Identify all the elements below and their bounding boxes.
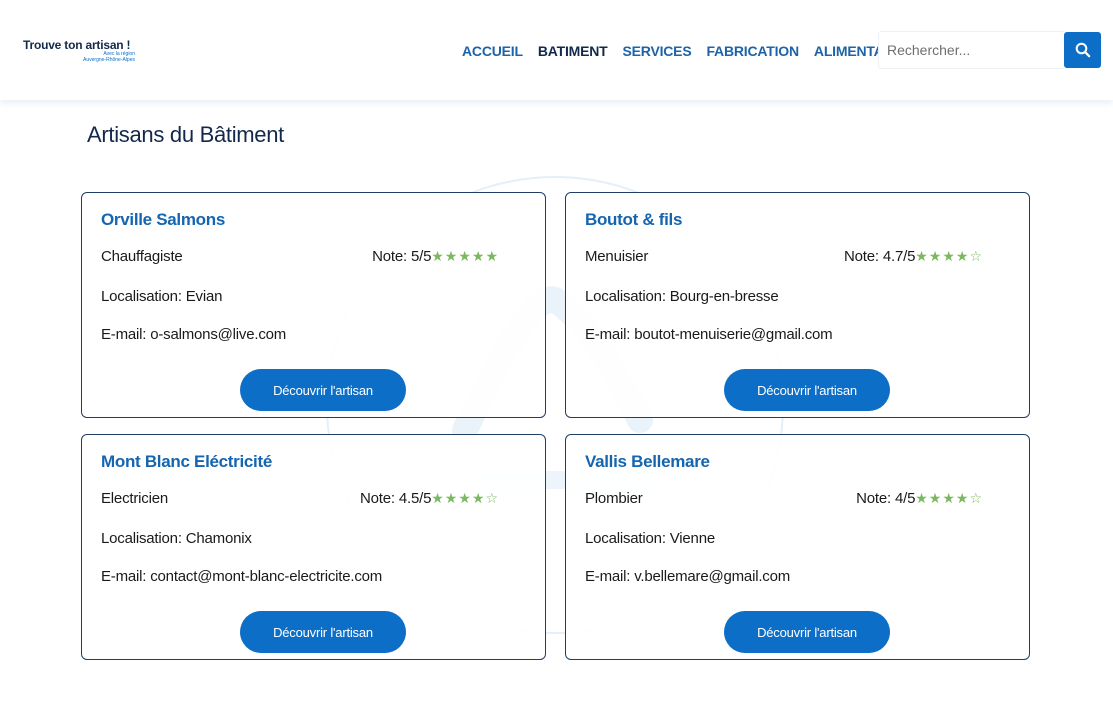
artisan-trade: Plombier	[585, 490, 643, 507]
artisan-email: E-mail: o-salmons@live.com	[101, 326, 287, 343]
artisan-trade: Chauffagiste	[101, 248, 183, 265]
artisan-card: Vallis Bellemare Plombier Note: 4/5★★★★☆…	[565, 434, 1030, 660]
artisan-location: Localisation: Chamonix	[101, 530, 252, 547]
rating-label: Note:	[372, 248, 407, 265]
artisan-location: Localisation: Bourg-en-bresse	[585, 288, 779, 305]
artisan-trade: Electricien	[101, 490, 168, 507]
artisan-rating: Note: 4.5/5★★★★☆	[360, 490, 499, 507]
discover-artisan-button[interactable]: Découvrir l'artisan	[724, 369, 890, 411]
nav-batiment[interactable]: BATIMENT	[538, 42, 608, 60]
artisan-card: Mont Blanc Eléctricité Electricien Note:…	[81, 434, 546, 660]
artisan-email: E-mail: v.bellemare@gmail.com	[585, 568, 791, 585]
discover-artisan-button[interactable]: Découvrir l'artisan	[240, 369, 406, 411]
rating-value: 4/5	[894, 490, 916, 507]
artisan-name[interactable]: Vallis Bellemare	[585, 452, 710, 472]
logo-subtitle: Avec la région Auvergne-Rhône-Alpes	[83, 51, 135, 63]
rating-stars-icon: ★★★★☆	[915, 248, 983, 264]
rating-label: Note:	[856, 490, 891, 507]
rating-stars-icon: ★★★★★	[431, 248, 499, 264]
logo-title: Trouve ton artisan !	[23, 38, 131, 52]
search-input[interactable]	[878, 31, 1064, 69]
discover-artisan-button[interactable]: Découvrir l'artisan	[240, 611, 406, 653]
artisan-trade: Menuisier	[585, 248, 649, 265]
artisan-rating: Note: 4.7/5★★★★☆	[844, 248, 983, 265]
artisan-card: Boutot & fils Menuisier Note: 4.7/5★★★★☆…	[565, 192, 1030, 418]
artisan-name[interactable]: Orville Salmons	[101, 210, 225, 230]
main-nav: ACCUEIL BATIMENT SERVICES FABRICATION AL…	[462, 42, 930, 60]
site-header: Trouve ton artisan ! Avec la région Auve…	[0, 0, 1113, 100]
logo-subtitle-line2: Auvergne-Rhône-Alpes	[83, 57, 135, 63]
page-title: Artisans du Bâtiment	[87, 122, 284, 147]
rating-stars-icon: ★★★★☆	[915, 490, 983, 506]
search-icon	[1075, 42, 1090, 58]
rating-value: 4.5/5	[398, 490, 432, 507]
rating-stars-icon: ★★★★☆	[431, 490, 499, 506]
artisan-card: Orville Salmons Chauffagiste Note: 5/5★★…	[81, 192, 546, 418]
artisan-location: Localisation: Evian	[101, 288, 223, 305]
search-button[interactable]	[1064, 32, 1101, 68]
artisan-name[interactable]: Boutot & fils	[585, 210, 682, 230]
discover-artisan-button[interactable]: Découvrir l'artisan	[724, 611, 890, 653]
artisan-email: E-mail: contact@mont-blanc-electricite.c…	[101, 568, 383, 585]
rating-value: 5/5	[410, 248, 432, 265]
artisan-rating: Note: 5/5★★★★★	[372, 248, 499, 265]
nav-services[interactable]: SERVICES	[623, 42, 692, 60]
artisan-rating: Note: 4/5★★★★☆	[856, 490, 983, 507]
rating-label: Note:	[360, 490, 395, 507]
artisan-email: E-mail: boutot-menuiserie@gmail.com	[585, 326, 833, 343]
artisan-name[interactable]: Mont Blanc Eléctricité	[101, 452, 272, 472]
rating-value: 4.7/5	[882, 248, 916, 265]
nav-fabrication[interactable]: FABRICATION	[706, 42, 799, 60]
page: Trouve ton artisan ! Avec la région Auve…	[0, 0, 1113, 713]
logo[interactable]: Trouve ton artisan ! Avec la région Auve…	[23, 38, 143, 68]
artisan-location: Localisation: Vienne	[585, 530, 715, 547]
nav-accueil[interactable]: ACCUEIL	[462, 42, 523, 60]
rating-label: Note:	[844, 248, 879, 265]
